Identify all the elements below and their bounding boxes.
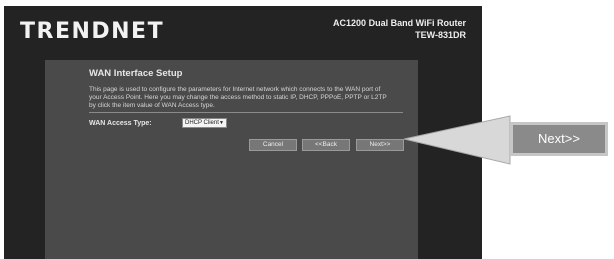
next-callout: Next>> xyxy=(510,122,608,156)
